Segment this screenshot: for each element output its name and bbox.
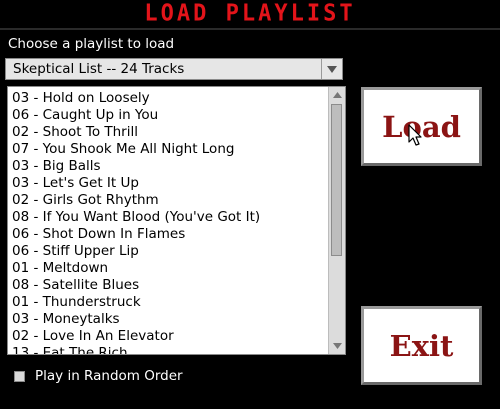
scroll-down-arrow-icon[interactable] <box>329 339 345 353</box>
track-item[interactable]: 06 - Caught Up in You <box>8 107 328 124</box>
track-item[interactable]: 02 - Shoot To Thrill <box>8 124 328 141</box>
track-item[interactable]: 01 - Meltdown <box>8 260 328 277</box>
playlist-prompt: Choose a playlist to load <box>8 36 175 52</box>
track-item[interactable]: 08 - If You Want Blood (You've Got It) <box>8 209 328 226</box>
track-item[interactable]: 03 - Hold on Loosely <box>8 90 328 107</box>
track-list[interactable]: 03 - Hold on Loosely 06 - Caught Up in Y… <box>7 86 346 355</box>
track-item[interactable]: 03 - Moneytalks <box>8 311 328 328</box>
random-order-option[interactable]: Play in Random Order <box>14 368 183 384</box>
scroll-up-arrow-icon[interactable] <box>329 88 345 102</box>
random-order-checkbox[interactable] <box>14 370 25 382</box>
track-item[interactable]: 08 - Satellite Blues <box>8 277 328 294</box>
track-item[interactable]: 13 - Eat The Rich <box>8 345 328 354</box>
load-playlist-window: LOAD PLAYLIST Choose a playlist to load … <box>0 0 500 409</box>
track-item[interactable]: 02 - Girls Got Rhythm <box>8 192 328 209</box>
track-item[interactable]: 07 - You Shook Me All Night Long <box>8 141 328 158</box>
exit-button[interactable]: Exit <box>361 306 482 385</box>
track-item[interactable]: 01 - Thunderstruck <box>8 294 328 311</box>
track-item[interactable]: 03 - Big Balls <box>8 158 328 175</box>
title-bar: LOAD PLAYLIST <box>0 0 500 30</box>
page-title: LOAD PLAYLIST <box>144 0 356 27</box>
random-order-label: Play in Random Order <box>35 368 183 384</box>
scroll-thumb[interactable] <box>331 104 342 256</box>
track-item[interactable]: 03 - Let's Get It Up <box>8 175 328 192</box>
mouse-cursor-icon <box>408 124 422 146</box>
track-list-scrollbar[interactable] <box>328 87 345 354</box>
track-item[interactable]: 06 - Shot Down In Flames <box>8 226 328 243</box>
selected-playlist: Skeptical List -- 24 Tracks <box>13 61 185 77</box>
track-item[interactable]: 06 - Stiff Upper Lip <box>8 243 328 260</box>
playlist-dropdown[interactable]: Skeptical List -- 24 Tracks <box>5 58 343 80</box>
track-item[interactable]: 02 - Love In An Elevator <box>8 328 328 345</box>
track-list-items: 03 - Hold on Loosely 06 - Caught Up in Y… <box>8 90 328 354</box>
chevron-down-icon[interactable] <box>321 59 342 79</box>
